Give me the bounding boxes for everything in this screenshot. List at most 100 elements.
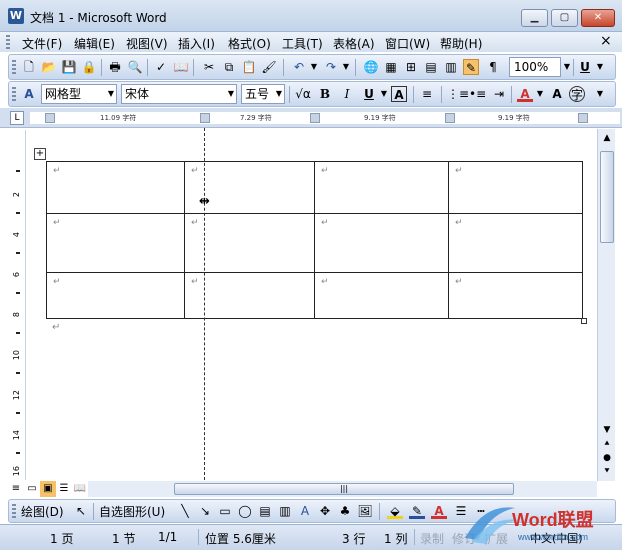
cut-icon[interactable]: ✂ [201, 59, 217, 75]
menu-insert[interactable]: 插入(I) [178, 35, 215, 52]
right-indent-marker[interactable] [578, 113, 588, 123]
browse-object-icon[interactable]: ● [600, 451, 614, 465]
format-painter-icon[interactable]: 🖌 [261, 59, 277, 75]
rectangle-icon[interactable]: ▭ [217, 503, 233, 519]
insert-excel-icon[interactable]: ▤ [423, 59, 439, 75]
previous-page-icon[interactable]: ⯅ [600, 437, 614, 451]
table-move-handle-icon[interactable]: + [34, 148, 46, 160]
menu-grip[interactable] [6, 35, 10, 49]
chevron-down-icon[interactable]: ▼ [108, 85, 114, 103]
chevron-down-icon[interactable]: ▼ [276, 85, 282, 103]
italic-icon[interactable]: I [339, 86, 355, 102]
clip-art-icon[interactable]: ♣ [337, 503, 353, 519]
minimize-button[interactable]: ▁ [521, 9, 548, 27]
table-cell[interactable]: ↵ [448, 161, 583, 214]
toolbar-options-icon[interactable]: ▼ [595, 84, 605, 104]
numbering-icon[interactable]: ⋮≡ [447, 86, 469, 102]
diagram-icon[interactable]: ✥ [317, 503, 333, 519]
vertical-scrollbar[interactable]: ▲ ▼ ⯅ ● ⯆ [597, 129, 615, 481]
toolbar-options-icon[interactable]: ▼ [595, 57, 605, 77]
line-color-icon[interactable]: ✎ [409, 503, 425, 519]
undo-icon[interactable]: ↶ [291, 59, 307, 75]
table-cell[interactable]: ↵ [46, 161, 185, 214]
redo-dropdown-icon[interactable]: ▼ [341, 57, 351, 77]
print-icon[interactable]: 🖶 [107, 59, 123, 75]
ruler-strip[interactable]: 11.09 字符 7.29 字符 9.19 字符 9.19 字符 [30, 112, 620, 124]
close-button[interactable]: ✕ [581, 9, 615, 27]
font-color-dropdown-icon[interactable]: ▼ [535, 84, 545, 104]
vertical-scroll-thumb[interactable] [600, 151, 614, 243]
horizontal-scrollbar[interactable]: ||| [88, 481, 597, 497]
left-indent-marker[interactable] [45, 113, 55, 123]
column-marker[interactable] [445, 113, 455, 123]
char-border-icon[interactable]: A [391, 86, 407, 102]
outline-view-icon[interactable]: ☰ [56, 481, 72, 497]
copy-icon[interactable]: ⧉ [221, 59, 237, 75]
toolbar-grip[interactable] [12, 60, 16, 74]
arrow-icon[interactable]: ↘ [197, 503, 213, 519]
hyperlink-icon[interactable]: 🌐 [363, 59, 379, 75]
underline-icon[interactable]: U [361, 86, 377, 102]
menu-table[interactable]: 表格(A) [333, 35, 375, 52]
new-document-icon[interactable]: 🗋 [21, 59, 37, 75]
zoom-dropdown-icon[interactable]: ▼ [562, 57, 572, 77]
menu-window[interactable]: 窗口(W) [385, 35, 430, 52]
underline-icon[interactable]: U [577, 59, 593, 75]
vertical-ruler[interactable]: 2 4 6 8 10 12 14 16 [10, 130, 26, 480]
font-size-combo[interactable]: 五号 ▼ [241, 84, 285, 104]
columns-icon[interactable]: ▥ [443, 59, 459, 75]
scroll-down-icon[interactable]: ▼ [600, 423, 614, 437]
char-shading-icon[interactable]: A [549, 86, 565, 102]
undo-dropdown-icon[interactable]: ▼ [309, 57, 319, 77]
table-cell[interactable]: ↵ [46, 213, 185, 273]
document-close-icon[interactable]: × [600, 33, 612, 49]
save-icon[interactable]: 💾 [61, 59, 77, 75]
status-record[interactable]: 录制 [420, 530, 444, 547]
vertical-text-box-icon[interactable]: ▥ [277, 503, 293, 519]
align-icon[interactable]: ≡ [419, 86, 435, 102]
menu-format[interactable]: 格式(O) [228, 35, 271, 52]
menu-tools[interactable]: 工具(T) [282, 35, 323, 52]
bullets-icon[interactable]: •≡ [469, 86, 486, 102]
toolbar-grip[interactable] [12, 504, 16, 518]
scroll-up-icon[interactable]: ▲ [600, 131, 614, 145]
reading-view-icon[interactable]: 📖 [72, 481, 88, 497]
normal-view-icon[interactable]: ≡ [8, 481, 24, 497]
draw-font-color-icon[interactable]: A [431, 503, 447, 519]
table-cell[interactable]: ↵ [314, 161, 449, 214]
equation-icon[interactable]: √α [293, 86, 313, 102]
autoshapes-button[interactable]: 自选图形(U) [99, 503, 165, 520]
horizontal-scroll-thumb[interactable]: ||| [174, 483, 514, 495]
column-marker[interactable] [200, 113, 210, 123]
insert-table-icon[interactable]: ⊞ [403, 59, 419, 75]
menu-view[interactable]: 视图(V) [126, 35, 168, 52]
show-hide-icon[interactable]: ¶ [485, 59, 501, 75]
text-box-icon[interactable]: ▤ [257, 503, 273, 519]
draw-menu-button[interactable]: 绘图(D) [21, 503, 64, 520]
paste-icon[interactable]: 📋 [241, 59, 257, 75]
font-combo[interactable]: 宋体 ▼ [121, 84, 237, 104]
chevron-down-icon[interactable]: ▼ [228, 85, 234, 103]
web-layout-icon[interactable]: ▭ [24, 481, 40, 497]
table-resize-handle-icon[interactable] [581, 318, 587, 324]
select-objects-icon[interactable]: ↖ [73, 503, 89, 519]
table-cell[interactable]: ↵ [448, 272, 583, 319]
drawing-icon[interactable]: ✎ [463, 59, 479, 75]
table-cell[interactable]: ↵ [448, 213, 583, 273]
zoom-box[interactable]: 100% [509, 57, 561, 77]
menu-file[interactable]: 文件(F) [22, 35, 62, 52]
font-color-icon[interactable]: A [517, 86, 533, 102]
menu-help[interactable]: 帮助(H) [440, 35, 482, 52]
research-icon[interactable]: 📖 [173, 59, 189, 75]
permission-icon[interactable]: 🔒 [81, 59, 97, 75]
menu-edit[interactable]: 编辑(E) [74, 35, 115, 52]
word-app-icon[interactable]: W [8, 8, 24, 24]
line-icon[interactable]: ╲ [177, 503, 193, 519]
document-table[interactable]: ↵ ↵ ↵ ↵ ↵ ↵ ↵ ↵ ↵ ↵ ↵ ↵ [46, 161, 583, 319]
next-page-icon[interactable]: ⯆ [600, 465, 614, 479]
toolbar-grip[interactable] [12, 87, 16, 101]
fill-color-icon[interactable]: ⬙ [387, 503, 403, 519]
styles-icon[interactable]: A [21, 86, 37, 102]
redo-icon[interactable]: ↷ [323, 59, 339, 75]
column-marker[interactable] [310, 113, 320, 123]
